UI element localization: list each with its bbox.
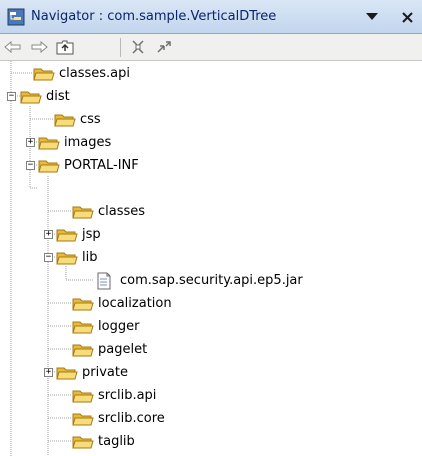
collapse-toggle-portal-inf[interactable]: −: [26, 161, 35, 170]
folder-icon: [72, 413, 94, 425]
view-toolbar: [0, 34, 422, 61]
folder-icon: [54, 114, 76, 126]
tree-item-label: srclib.api: [98, 388, 157, 403]
folder-icon: [72, 344, 94, 356]
tree-item[interactable]: localization: [72, 292, 172, 315]
view-titlebar: Navigator : com.sample.VerticalDTree: [0, 0, 422, 34]
tree-item-label: PORTAL-INF: [64, 158, 139, 173]
tree-item-label: classes: [98, 204, 146, 219]
tree-item[interactable]: taglib: [72, 430, 135, 453]
tree-item-label: localization: [98, 296, 172, 311]
tree-item-label: logger: [98, 319, 140, 334]
tree-item[interactable]: css: [54, 108, 101, 131]
folder-open-icon: [38, 160, 60, 172]
expand-toggle-private[interactable]: +: [44, 368, 53, 377]
view-title: Navigator : com.sample.VerticalDTree: [31, 9, 277, 24]
tree-item-label: lib: [82, 250, 98, 265]
tree-item[interactable]: PORTAL-INF: [38, 154, 139, 177]
folder-icon: [56, 229, 78, 241]
tree-item-label: images: [64, 135, 112, 150]
tree-item-label: srclib.core: [98, 411, 165, 426]
tree-item[interactable]: srclib.api: [72, 384, 156, 407]
tree-item[interactable]: images: [38, 131, 111, 154]
tree-item[interactable]: logger: [72, 315, 139, 338]
folder-icon: [72, 206, 94, 218]
folder-icon: [56, 367, 78, 379]
tree-item[interactable]: jsp: [56, 223, 101, 246]
link-editor-icon[interactable]: [154, 38, 174, 56]
navigator-icon: [7, 8, 25, 26]
tree-item-label: taglib: [98, 434, 135, 449]
folder-icon: [72, 321, 94, 333]
back-arrow-icon[interactable]: [3, 38, 23, 56]
expand-toggle-jsp[interactable]: +: [44, 230, 53, 239]
tree-item[interactable]: classes.api: [33, 62, 130, 85]
navigator-tree: − + − + − + classes.api dist css images …: [0, 61, 422, 456]
expand-toggle-images[interactable]: +: [26, 138, 35, 147]
tree-item-label: jsp: [82, 227, 101, 242]
forward-arrow-icon[interactable]: [29, 38, 49, 56]
tree-item[interactable]: srclib.core: [72, 407, 165, 430]
folder-icon: [38, 137, 60, 149]
folder-icon: [72, 390, 94, 402]
tree-item[interactable]: pagelet: [72, 338, 147, 361]
tree-item-label: css: [80, 112, 101, 127]
tree-item[interactable]: lib: [56, 246, 97, 269]
collapse-all-icon[interactable]: [128, 38, 148, 56]
tree-item[interactable]: private: [56, 361, 128, 384]
tree-item-label: com.sap.security.api.ep5.jar: [120, 273, 303, 288]
tree-item-label: pagelet: [98, 342, 148, 357]
jar-file-icon: [97, 272, 111, 289]
toolbar-separator: [120, 38, 121, 57]
close-icon[interactable]: [398, 8, 416, 26]
collapse-toggle-lib[interactable]: −: [44, 253, 53, 262]
chevron-down-icon[interactable]: [363, 8, 381, 26]
folder-open-icon: [56, 252, 78, 264]
folder-icon: [72, 298, 94, 310]
up-folder-icon[interactable]: [55, 38, 75, 56]
tree-item-label: dist: [46, 89, 70, 104]
tree-item-label: private: [82, 365, 128, 380]
tree-item[interactable]: classes: [72, 200, 145, 223]
folder-icon: [72, 436, 94, 448]
tree-item[interactable]: dist: [20, 85, 70, 108]
tree-item[interactable]: com.sap.security.api.ep5.jar: [96, 269, 303, 292]
tree-item-label: classes.api: [59, 66, 131, 81]
collapse-toggle-dist[interactable]: −: [7, 92, 16, 101]
folder-icon: [33, 68, 55, 80]
folder-open-icon: [20, 91, 42, 103]
